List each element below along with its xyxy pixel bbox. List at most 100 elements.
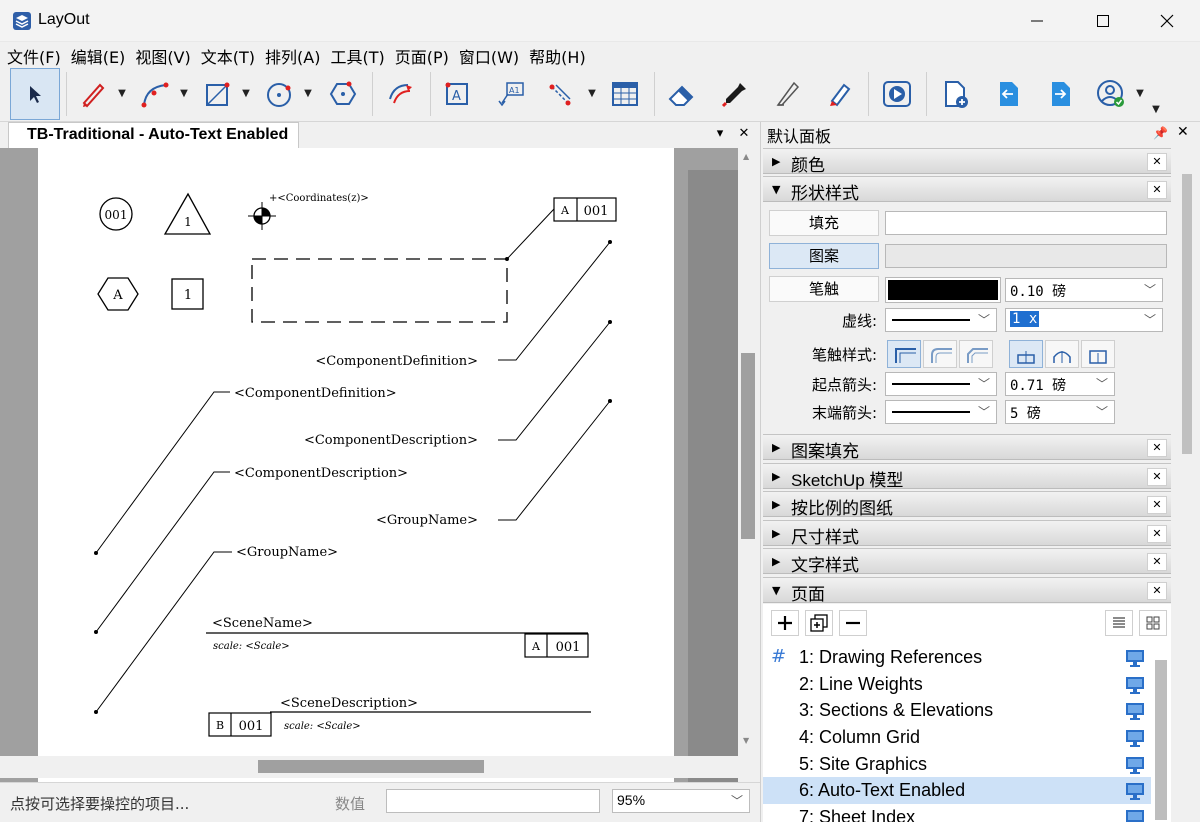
polygon-tool[interactable]: [318, 70, 368, 118]
section-close-button[interactable]: ✕: [1147, 153, 1167, 171]
label-component-description-right[interactable]: <ComponentDescription>: [304, 320, 612, 448]
join-miter-button[interactable]: [887, 340, 921, 368]
section-scaled-drawing[interactable]: ▶ 按比例的图纸 ✕: [763, 491, 1171, 519]
section-close-button[interactable]: ✕: [1147, 181, 1167, 199]
pin-icon[interactable]: 📌: [1153, 126, 1168, 140]
panel-vertical-scrollbar[interactable]: [1179, 168, 1197, 468]
rectangle-tool[interactable]: [192, 70, 242, 118]
scroll-down-arrow-icon[interactable]: ▼: [743, 736, 749, 745]
account-button[interactable]: [1086, 70, 1136, 118]
line-tool-dropdown[interactable]: ▼: [116, 88, 128, 100]
previous-page-button[interactable]: [982, 70, 1032, 118]
monitor-icon[interactable]: [1125, 808, 1145, 822]
monitor-icon[interactable]: [1125, 781, 1145, 801]
square-tag[interactable]: 1: [171, 278, 204, 310]
canvas-horizontal-scroll-thumb[interactable]: [258, 760, 484, 773]
dash-pattern-select[interactable]: ﹀: [885, 308, 997, 332]
section-color[interactable]: ▶ 颜色 ✕: [763, 148, 1171, 176]
select-tool[interactable]: [10, 68, 60, 120]
page-row[interactable]: 2: Line Weights: [763, 671, 1151, 698]
page-row[interactable]: 5: Site Graphics: [763, 751, 1151, 778]
tab-close-button[interactable]: ✕: [736, 126, 752, 141]
delete-page-button[interactable]: [839, 610, 867, 636]
list-view-button[interactable]: [1105, 610, 1133, 636]
menu-edit[interactable]: 编辑(E): [66, 42, 131, 67]
section-close-button[interactable]: ✕: [1147, 582, 1167, 600]
monitor-icon[interactable]: [1125, 728, 1145, 748]
scroll-up-arrow-icon[interactable]: ▲: [743, 152, 749, 161]
label-group-name-right[interactable]: <GroupName>: [376, 399, 612, 528]
page-row[interactable]: # 1: Drawing References: [763, 644, 1151, 671]
style-tool[interactable]: [710, 70, 760, 118]
document-tab[interactable]: TB-Traditional - Auto-Text Enabled: [8, 122, 300, 148]
account-dropdown[interactable]: ▼: [1134, 88, 1146, 100]
section-pattern-fill[interactable]: ▶ 图案填充 ✕: [763, 434, 1171, 462]
hexagon-tag[interactable]: A: [97, 277, 139, 311]
canvas-vertical-scrollbar[interactable]: ▲ ▼: [738, 148, 760, 782]
section-shape-style[interactable]: ▼ 形状样式 ✕: [763, 176, 1171, 204]
scene-title-block[interactable]: <SceneName> scale: <Scale> A 001: [206, 616, 589, 658]
section-close-button[interactable]: ✕: [1147, 525, 1167, 543]
eraser-tool[interactable]: [656, 70, 706, 118]
start-arrow-select[interactable]: ﹀: [885, 372, 997, 396]
drawing-canvas[interactable]: 001 1 +<Coordinates(z)> A 1 A 001 <Compo…: [0, 148, 760, 782]
menu-view[interactable]: 视图(V): [130, 42, 195, 67]
section-dimension-style[interactable]: ▶ 尺寸样式 ✕: [763, 520, 1171, 548]
dimension-tool[interactable]: [536, 70, 586, 118]
monitor-icon[interactable]: [1125, 701, 1145, 721]
join-round-button[interactable]: [923, 340, 957, 368]
cap-square-button[interactable]: [1081, 340, 1115, 368]
section-sketchup-model[interactable]: ▶ SketchUp 模型 ✕: [763, 463, 1171, 490]
dashed-rectangle[interactable]: [251, 258, 508, 323]
section-close-button[interactable]: ✕: [1147, 553, 1167, 571]
stroke-toggle-button[interactable]: 笔触: [769, 276, 879, 302]
table-tool[interactable]: [600, 70, 650, 118]
thumbnail-view-button[interactable]: [1139, 610, 1167, 636]
pattern-swatch[interactable]: [885, 244, 1167, 268]
section-pages[interactable]: ▼ 页面 ✕: [763, 577, 1171, 605]
close-button[interactable]: [1144, 6, 1190, 36]
monitor-icon[interactable]: [1125, 755, 1145, 775]
presentation-button[interactable]: [872, 70, 922, 118]
dimension-tool-dropdown[interactable]: ▼: [586, 88, 598, 100]
fill-color-swatch[interactable]: [885, 211, 1167, 235]
monitor-icon[interactable]: [1125, 675, 1145, 695]
line-tool[interactable]: [68, 70, 118, 118]
canvas-vertical-scroll-thumb[interactable]: [741, 353, 755, 539]
drawing-content[interactable]: 001 1 +<Coordinates(z)> A 1 A 001 <Compo…: [38, 148, 674, 782]
menu-tools[interactable]: 工具(T): [325, 42, 389, 67]
coordinate-marker[interactable]: +<Coordinates(z)>: [248, 193, 369, 230]
join-tool[interactable]: [814, 70, 864, 118]
cap-round-button[interactable]: [1045, 340, 1079, 368]
circle-tool[interactable]: [254, 70, 304, 118]
menu-file[interactable]: 文件(F): [2, 42, 66, 67]
menu-text[interactable]: 文本(T): [196, 42, 260, 67]
rectangle-tool-dropdown[interactable]: ▼: [240, 88, 252, 100]
add-page-button[interactable]: [930, 70, 980, 118]
split-tool[interactable]: [762, 70, 812, 118]
join-bevel-button[interactable]: [959, 340, 993, 368]
menu-window[interactable]: 窗口(W): [454, 42, 524, 67]
triangle-tag[interactable]: 1: [163, 192, 212, 235]
section-close-button[interactable]: ✕: [1147, 439, 1167, 457]
callout-tag[interactable]: A 001: [505, 197, 617, 261]
section-text-style[interactable]: ▶ 文字样式 ✕: [763, 548, 1171, 576]
add-page-button[interactable]: [771, 610, 799, 636]
start-arrow-size-select[interactable]: 0.71 磅 ﹀: [1005, 372, 1115, 396]
paper-page[interactable]: 001 1 +<Coordinates(z)> A 1 A 001 <Compo…: [38, 148, 674, 782]
panel-close-button[interactable]: ✕: [1177, 124, 1189, 140]
text-tool[interactable]: A: [432, 70, 482, 118]
section-close-button[interactable]: ✕: [1147, 496, 1167, 514]
maximize-button[interactable]: [1080, 6, 1126, 36]
arc-tool[interactable]: [130, 70, 180, 118]
dash-scale-select[interactable]: 1 x ﹀: [1005, 308, 1163, 332]
tab-list-dropdown[interactable]: ▾: [712, 126, 728, 141]
offset-tool[interactable]: [376, 70, 426, 118]
menu-pages[interactable]: 页面(P): [390, 42, 454, 67]
fill-toggle-button[interactable]: 填充: [769, 210, 879, 236]
end-arrow-select[interactable]: ﹀: [885, 400, 997, 424]
stroke-width-select[interactable]: 0.10 磅 ﹀: [1005, 278, 1163, 302]
zoom-select[interactable]: 95% ﹀: [612, 789, 750, 813]
cap-flat-button[interactable]: [1009, 340, 1043, 368]
section-close-button[interactable]: ✕: [1147, 468, 1167, 486]
